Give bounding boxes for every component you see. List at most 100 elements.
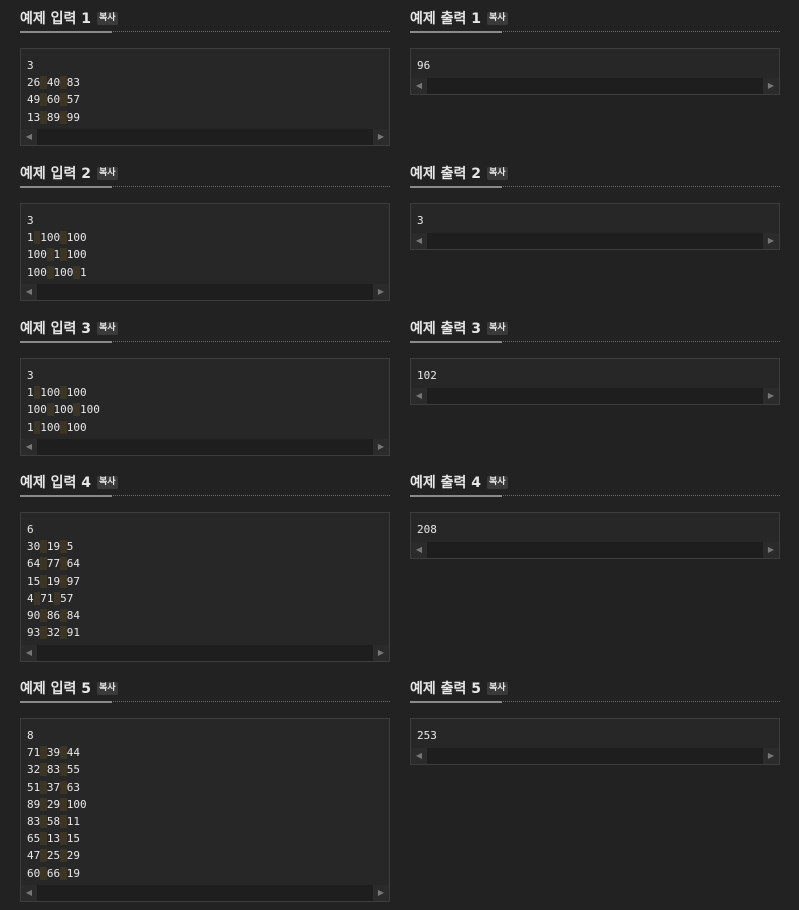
scroll-left-icon[interactable]: ◀ (411, 78, 427, 94)
input-count-line: 8 (27, 727, 383, 744)
sample-output-3: 예제 출력 3 복사 102 ◀ ▶ (410, 310, 780, 405)
scroll-left-icon[interactable]: ◀ (411, 748, 427, 764)
horizontal-scrollbar[interactable]: ◀ ▶ (21, 439, 389, 455)
copy-button[interactable]: 복사 (97, 166, 118, 180)
copy-button[interactable]: 복사 (487, 681, 508, 695)
header-underline (410, 31, 502, 33)
scroll-right-icon[interactable]: ▶ (373, 129, 389, 145)
scroll-left-icon[interactable]: ◀ (21, 645, 37, 661)
input-value: 1 (80, 265, 87, 279)
copy-button[interactable]: 복사 (487, 166, 508, 180)
space-marker (40, 849, 47, 863)
sample-output-title: 예제 출력 4 복사 (410, 472, 508, 492)
copy-button[interactable]: 복사 (487, 321, 508, 335)
scroll-right-icon[interactable]: ▶ (373, 439, 389, 455)
output-value: 102 (417, 369, 437, 382)
horizontal-scrollbar[interactable]: ◀ ▶ (21, 885, 389, 901)
input-value: 100 (66, 797, 87, 811)
horizontal-scrollbar[interactable]: ◀ ▶ (411, 748, 779, 764)
scroll-right-icon[interactable]: ▶ (763, 542, 779, 558)
input-value: 26 (27, 76, 41, 90)
scroll-right-icon[interactable]: ▶ (763, 388, 779, 404)
space-marker (40, 815, 47, 829)
sample-output-text[interactable]: 208 (411, 513, 779, 538)
input-value: 89 (27, 797, 41, 811)
scroll-right-icon[interactable]: ▶ (373, 284, 389, 300)
sample-input-5: 예제 입력 5 복사 8 71 39 44 32 83 55 51 37 63 89 29 … (20, 670, 390, 902)
sample-output-box[interactable]: 102 ◀ ▶ (410, 358, 780, 405)
horizontal-scrollbar[interactable]: ◀ ▶ (411, 542, 779, 558)
copy-button[interactable]: 복사 (97, 475, 118, 489)
sample-output-text[interactable]: 253 (411, 719, 779, 744)
horizontal-scrollbar[interactable]: ◀ ▶ (21, 129, 389, 145)
scroll-left-icon[interactable]: ◀ (21, 439, 37, 455)
sample-input-text[interactable]: 31 100 100 100 1 100 100 100 1 (21, 204, 389, 281)
sample-output-5: 예제 출력 5 복사 253 ◀ ▶ (410, 670, 780, 765)
sample-output-box[interactable]: 96 ◀ ▶ (410, 48, 780, 95)
copy-button[interactable]: 복사 (487, 11, 508, 25)
sample-input-box[interactable]: 3 26 40 83 49 60 57 13 89 99 ◀ ▶ (20, 48, 390, 146)
sample-input-box[interactable]: 8 71 39 44 32 83 55 51 37 63 89 29 100 83 58 … (20, 718, 390, 902)
input-value: 15 (27, 574, 41, 588)
sample-input-text[interactable]: 8 71 39 44 32 83 55 51 37 63 89 29 100 83 58 … (21, 719, 389, 882)
scroll-left-icon[interactable]: ◀ (411, 388, 427, 404)
input-value: 100 (40, 420, 61, 434)
horizontal-scrollbar[interactable]: ◀ ▶ (411, 78, 779, 94)
sample-input-title-text: 예제 입력 5 (20, 681, 92, 697)
horizontal-scrollbar[interactable]: ◀ ▶ (411, 233, 779, 249)
scroll-right-icon[interactable]: ▶ (373, 885, 389, 901)
scroll-right-icon[interactable]: ▶ (763, 748, 779, 764)
sample-output-text[interactable]: 96 (411, 49, 779, 74)
input-value: 65 (27, 832, 41, 846)
copy-button[interactable]: 복사 (97, 681, 118, 695)
scroll-right-icon[interactable]: ▶ (763, 233, 779, 249)
input-row-line: 71 39 44 (27, 744, 383, 761)
scroll-right-icon[interactable]: ▶ (763, 78, 779, 94)
sample-output-box[interactable]: 208 ◀ ▶ (410, 512, 780, 559)
space-marker (60, 780, 67, 794)
sample-output-box[interactable]: 3 ◀ ▶ (410, 203, 780, 250)
horizontal-scrollbar[interactable]: ◀ ▶ (21, 284, 389, 300)
copy-button[interactable]: 복사 (97, 11, 118, 25)
space-marker (60, 815, 67, 829)
copy-button[interactable]: 복사 (97, 321, 118, 335)
scroll-right-icon[interactable]: ▶ (373, 645, 389, 661)
input-value: 55 (66, 763, 80, 777)
sample-input-4: 예제 입력 4 복사 6 30 19 5 64 77 64 15 19 97 4 71 57… (20, 464, 390, 662)
input-value: 60 (46, 93, 61, 107)
output-value: 3 (417, 214, 424, 227)
input-row-line: 4 71 57 (27, 590, 383, 607)
copy-button[interactable]: 복사 (487, 475, 508, 489)
scroll-left-icon[interactable]: ◀ (411, 233, 427, 249)
input-value: 47 (27, 849, 41, 863)
input-row-line: 1 100 100 (27, 229, 383, 246)
sample-input-2: 예제 입력 2 복사 3 1 100 100 100 1 100 100 100 1 ◀ ▶ (20, 155, 390, 301)
input-row-line: 60 66 19 (27, 865, 383, 882)
input-row-line: 1 100 100 (27, 384, 383, 401)
input-value: 1 (27, 386, 34, 400)
sample-output-text[interactable]: 3 (411, 204, 779, 229)
sample-output-header: 예제 출력 3 복사 (410, 310, 780, 343)
space-marker (60, 626, 67, 640)
input-value: 15 (66, 832, 80, 846)
sample-output-title-text: 예제 출력 5 (410, 681, 482, 697)
input-value: 19 (46, 574, 61, 588)
sample-output-box[interactable]: 253 ◀ ▶ (410, 718, 780, 765)
scroll-left-icon[interactable]: ◀ (21, 885, 37, 901)
sample-input-text[interactable]: 31 100 100 100 100 100 1 100 100 (21, 359, 389, 436)
input-value: 71 (27, 746, 41, 760)
sample-input-box[interactable]: 6 30 19 5 64 77 64 15 19 97 4 71 57 90 86 84 9… (20, 512, 390, 662)
input-value: 100 (53, 403, 74, 417)
input-value: 97 (66, 574, 80, 588)
horizontal-scrollbar[interactable]: ◀ ▶ (411, 388, 779, 404)
sample-input-text[interactable]: 3 26 40 83 49 60 57 13 89 99 (21, 49, 389, 126)
horizontal-scrollbar[interactable]: ◀ ▶ (21, 645, 389, 661)
sample-input-box[interactable]: 31 100 100 100 100 100 1 100 100 ◀ ▶ (20, 358, 390, 456)
sample-output-text[interactable]: 102 (411, 359, 779, 384)
scroll-left-icon[interactable]: ◀ (21, 129, 37, 145)
sample-input-text[interactable]: 6 30 19 5 64 77 64 15 19 97 4 71 57 90 86 84 9… (21, 513, 389, 641)
sample-input-box[interactable]: 31 100 100 100 1 100 100 100 1 ◀ ▶ (20, 203, 390, 301)
scroll-left-icon[interactable]: ◀ (411, 542, 427, 558)
input-value: 30 (27, 540, 41, 554)
scroll-left-icon[interactable]: ◀ (21, 284, 37, 300)
